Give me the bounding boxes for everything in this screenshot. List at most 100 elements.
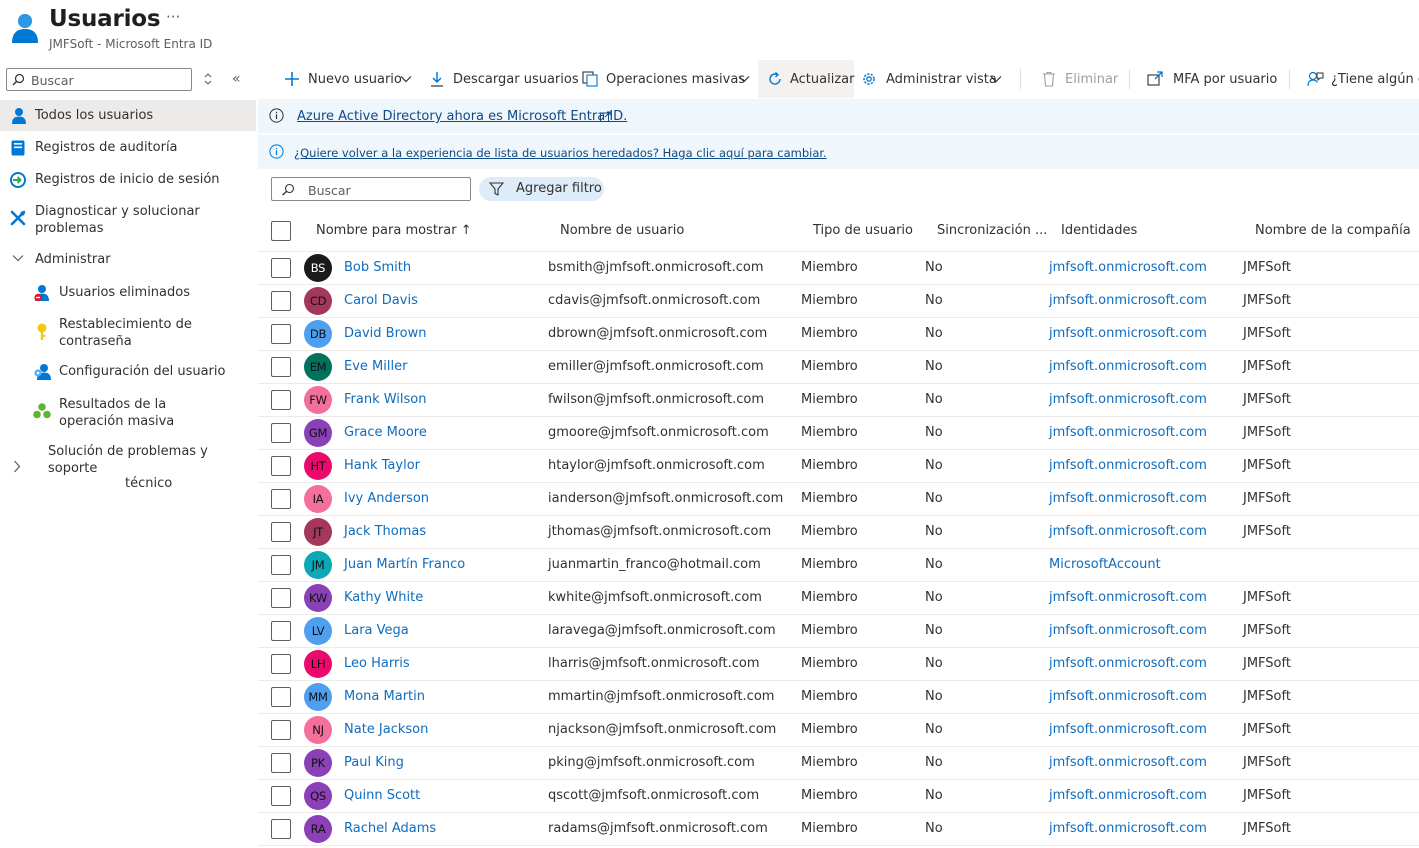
identity-link[interactable]: jmfsoft.onmicrosoft.com <box>1049 788 1207 803</box>
sidebar-search[interactable] <box>6 68 192 91</box>
row-checkbox[interactable] <box>271 489 291 509</box>
sidebar-item-all-users[interactable]: Todos los usuarios <box>0 100 256 131</box>
column-header-company-name[interactable]: Nombre de la compañía <box>1255 223 1411 238</box>
identity-link[interactable]: jmfsoft.onmicrosoft.com <box>1049 491 1207 506</box>
new-user-button[interactable]: Nuevo usuario <box>278 60 418 98</box>
column-header-sync[interactable]: Sincronización ... <box>937 223 1047 238</box>
bulk-operations-button[interactable]: Operaciones masivas <box>576 60 756 98</box>
row-checkbox[interactable] <box>271 819 291 839</box>
display-name-link[interactable]: Bob Smith <box>344 260 411 275</box>
table-row[interactable]: CD Carol Davis cdavis@jmfsoft.onmicrosoft.… <box>258 285 1419 318</box>
legacy-experience-link[interactable]: ¿Quiere volver a la experiencia de lista… <box>294 146 827 160</box>
sidebar-item-deleted-users[interactable]: Usuarios eliminados <box>0 277 256 308</box>
column-header-identities[interactable]: Identidades <box>1061 223 1137 238</box>
display-name-link[interactable]: Lara Vega <box>344 623 409 638</box>
display-name-link[interactable]: Ivy Anderson <box>344 491 429 506</box>
select-all-checkbox[interactable] <box>271 221 291 241</box>
table-row[interactable]: IA Ivy Anderson ianderson@jmfsoft.onmicros… <box>258 483 1419 516</box>
users-search-input[interactable] <box>306 181 468 200</box>
refresh-button[interactable]: Actualizar <box>758 60 854 98</box>
manage-view-button[interactable]: Administrar vista <box>856 60 1008 98</box>
sidebar-item-password-reset[interactable]: Restablecimiento de contraseña <box>0 309 256 353</box>
sidebar-item-sign-in-logs[interactable]: Registros de inicio de sesión <box>0 164 256 195</box>
table-row[interactable]: LH Leo Harris lharris@jmfsoft.onmicrosoft.… <box>258 648 1419 681</box>
sidebar-item-troubleshooting[interactable]: Solución de problemas y soporte técnico <box>0 436 256 496</box>
sidebar-section-administrar[interactable]: Administrar <box>0 244 256 275</box>
identity-link[interactable]: jmfsoft.onmicrosoft.com <box>1049 656 1207 671</box>
table-row[interactable]: DB David Brown dbrown@jmfsoft.onmicrosoft.… <box>258 318 1419 351</box>
display-name-link[interactable]: Paul King <box>344 755 404 770</box>
display-name-link[interactable]: Grace Moore <box>344 425 427 440</box>
table-row[interactable]: LV Lara Vega laravega@jmfsoft.onmicrosoft.… <box>258 615 1419 648</box>
display-name-link[interactable]: Carol Davis <box>344 293 418 308</box>
row-checkbox[interactable] <box>271 588 291 608</box>
display-name-link[interactable]: Quinn Scott <box>344 788 420 803</box>
display-name-link[interactable]: Juan Martín Franco <box>344 557 465 572</box>
per-user-mfa-button[interactable]: MFA por usuario <box>1144 60 1284 98</box>
display-name-link[interactable]: Leo Harris <box>344 656 410 671</box>
sidebar-search-input[interactable] <box>29 71 191 90</box>
table-row[interactable]: NJ Nate Jackson njackson@jmfsoft.onmicroso… <box>258 714 1419 747</box>
table-row[interactable]: JT Jack Thomas jthomas@jmfsoft.onmicrosoft… <box>258 516 1419 549</box>
row-checkbox[interactable] <box>271 423 291 443</box>
row-checkbox[interactable] <box>271 687 291 707</box>
table-row[interactable]: GM Grace Moore gmoore@jmfsoft.onmicrosoft.… <box>258 417 1419 450</box>
row-checkbox[interactable] <box>271 291 291 311</box>
identity-link[interactable]: jmfsoft.onmicrosoft.com <box>1049 425 1207 440</box>
row-checkbox[interactable] <box>271 258 291 278</box>
sidebar-item-user-settings[interactable]: Configuración del usuario <box>0 356 256 387</box>
column-header-user-principal-name[interactable]: Nombre de usuario <box>560 223 684 238</box>
row-checkbox[interactable] <box>271 621 291 641</box>
sort-updown-icon[interactable] <box>203 72 213 86</box>
row-checkbox[interactable] <box>271 654 291 674</box>
entra-rename-link[interactable]: Azure Active Directory ahora es Microsof… <box>297 109 627 124</box>
external-link-icon[interactable] <box>600 111 611 122</box>
sidebar-item-diagnose[interactable]: Diagnosticar y solucionar problemas <box>0 196 256 240</box>
table-row[interactable]: BS Bob Smith bsmith@jmfsoft.onmicrosoft.co… <box>258 252 1419 285</box>
row-checkbox[interactable] <box>271 357 291 377</box>
users-search[interactable] <box>271 177 471 201</box>
identity-link[interactable]: jmfsoft.onmicrosoft.com <box>1049 722 1207 737</box>
identity-link[interactable]: jmfsoft.onmicrosoft.com <box>1049 755 1207 770</box>
identity-link[interactable]: jmfsoft.onmicrosoft.com <box>1049 359 1207 374</box>
feedback-button[interactable]: ¿Tiene algún co <box>1304 60 1419 98</box>
sidebar-item-audit-logs[interactable]: Registros de auditoría <box>0 132 256 163</box>
table-row[interactable]: FW Frank Wilson fwilson@jmfsoft.onmicrosof… <box>258 384 1419 417</box>
add-filter-button[interactable]: Agregar filtro <box>479 177 604 201</box>
row-checkbox[interactable] <box>271 324 291 344</box>
identity-link[interactable]: jmfsoft.onmicrosoft.com <box>1049 590 1207 605</box>
identity-link[interactable]: jmfsoft.onmicrosoft.com <box>1049 524 1207 539</box>
column-header-user-type[interactable]: Tipo de usuario <box>813 223 913 238</box>
row-checkbox[interactable] <box>271 390 291 410</box>
table-row[interactable]: JM Juan Martín Franco juanmartin_franco@ho… <box>258 549 1419 582</box>
identity-link[interactable]: jmfsoft.onmicrosoft.com <box>1049 293 1207 308</box>
table-row[interactable]: PK Paul King pking@jmfsoft.onmicrosoft.com… <box>258 747 1419 780</box>
more-options-button[interactable]: ··· <box>166 8 180 26</box>
row-checkbox[interactable] <box>271 555 291 575</box>
row-checkbox[interactable] <box>271 753 291 773</box>
display-name-link[interactable]: Nate Jackson <box>344 722 428 737</box>
identity-link[interactable]: MicrosoftAccount <box>1049 557 1161 572</box>
row-checkbox[interactable] <box>271 786 291 806</box>
identity-link[interactable]: jmfsoft.onmicrosoft.com <box>1049 821 1207 836</box>
display-name-link[interactable]: David Brown <box>344 326 426 341</box>
table-row[interactable]: EM Eve Miller emiller@jmfsoft.onmicrosoft.… <box>258 351 1419 384</box>
column-header-display-name[interactable]: Nombre para mostrar ↑ <box>316 223 472 238</box>
row-checkbox[interactable] <box>271 456 291 476</box>
row-checkbox[interactable] <box>271 522 291 542</box>
display-name-link[interactable]: Hank Taylor <box>344 458 420 473</box>
table-row[interactable]: QS Quinn Scott qscott@jmfsoft.onmicrosoft.… <box>258 780 1419 813</box>
table-row[interactable]: HT Hank Taylor htaylor@jmfsoft.onmicrosoft… <box>258 450 1419 483</box>
download-users-button[interactable]: Descargar usuarios <box>424 60 579 98</box>
display-name-link[interactable]: Mona Martin <box>344 689 425 704</box>
table-row[interactable]: RA Rachel Adams radams@jmfsoft.onmicrosoft… <box>258 813 1419 846</box>
display-name-link[interactable]: Jack Thomas <box>344 524 426 539</box>
collapse-sidebar-icon[interactable]: « <box>232 71 241 87</box>
delete-button[interactable]: Eliminar <box>1036 60 1126 98</box>
identity-link[interactable]: jmfsoft.onmicrosoft.com <box>1049 689 1207 704</box>
row-checkbox[interactable] <box>271 720 291 740</box>
identity-link[interactable]: jmfsoft.onmicrosoft.com <box>1049 260 1207 275</box>
identity-link[interactable]: jmfsoft.onmicrosoft.com <box>1049 623 1207 638</box>
display-name-link[interactable]: Frank Wilson <box>344 392 427 407</box>
identity-link[interactable]: jmfsoft.onmicrosoft.com <box>1049 326 1207 341</box>
